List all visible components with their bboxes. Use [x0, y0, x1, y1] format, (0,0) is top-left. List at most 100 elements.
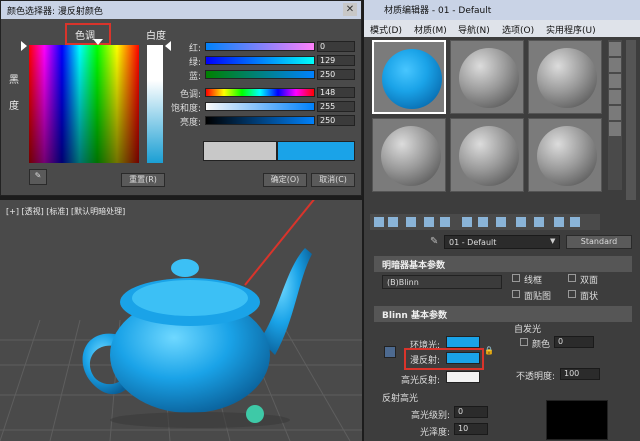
menu-utilities[interactable]: 实用程序(U)	[546, 23, 596, 36]
backlight-icon[interactable]	[609, 58, 621, 72]
menu-mode[interactable]: 模式(D)	[370, 23, 402, 36]
menu-material[interactable]: 材质(M)	[414, 23, 447, 36]
material-slot-2[interactable]	[450, 40, 524, 114]
saturation-slider[interactable]	[205, 102, 315, 111]
uv-tiling-icon[interactable]	[609, 90, 621, 104]
specular-highlights-label: 反射高光	[382, 394, 419, 404]
wire-checkbox[interactable]	[512, 274, 520, 282]
hue-spectrum[interactable]	[29, 45, 139, 163]
perspective-viewport[interactable]: [+] [透视] [标准] [默认明暗处理]	[0, 200, 362, 441]
whiteness-label: 白度	[146, 31, 166, 42]
spec-level-value[interactable]: 0	[454, 406, 488, 418]
blue-value[interactable]: 250	[317, 69, 355, 80]
two-sided-checkbox[interactable]	[568, 274, 576, 282]
menu-navigation[interactable]: 导航(N)	[458, 23, 490, 36]
self-illum-color-checkbox[interactable]	[520, 338, 528, 346]
menu-options[interactable]: 选项(O)	[502, 23, 534, 36]
sphere-preview	[459, 126, 519, 186]
highlight-curve-graph	[546, 400, 608, 440]
sphere-preview	[459, 48, 519, 108]
eyedropper-icon[interactable]: ✎	[430, 236, 438, 247]
hue-channel-label: 色调:	[179, 90, 201, 100]
viewcube-icon[interactable]	[246, 405, 264, 423]
blackness-label: 黑	[9, 75, 19, 86]
green-label: 绿:	[188, 58, 201, 68]
shader-rollout-header[interactable]: 明暗器基本参数	[374, 256, 632, 272]
toolbar-icons[interactable]	[370, 214, 600, 230]
ambient-diffuse-lock-icon[interactable]	[384, 346, 396, 358]
specular-color-swatch[interactable]	[446, 371, 480, 383]
material-slot-6[interactable]	[528, 118, 602, 192]
material-slot-5[interactable]	[450, 118, 524, 192]
sample-type-icon[interactable]	[609, 42, 621, 56]
self-illum-value[interactable]: 0	[554, 336, 594, 348]
name-dropdown-icon[interactable]: ▼	[550, 237, 555, 245]
reset-button[interactable]: 重置(R)	[121, 173, 165, 187]
color-picker-dialog: 颜色选择器: 漫反射颜色 ✕ 色调 白度 黑 度 红: 0 绿: 129 蓝: …	[0, 0, 362, 196]
sphere-preview	[382, 49, 442, 109]
material-slot-4[interactable]	[372, 118, 446, 192]
hue-value[interactable]: 148	[317, 87, 355, 98]
value-label: 亮度:	[179, 118, 201, 128]
value-slider[interactable]	[205, 116, 315, 125]
opacity-value[interactable]: 100	[560, 368, 600, 380]
shader-dropdown[interactable]: (B)Blinn	[382, 275, 502, 289]
saturation-value[interactable]: 255	[317, 101, 355, 112]
material-type-button[interactable]: Standard	[566, 235, 632, 249]
diffuse-color-swatch[interactable]	[446, 352, 480, 364]
blue-slider[interactable]	[205, 70, 315, 79]
material-editor-title: 材质编辑器 - 01 - Default	[364, 0, 640, 20]
menu-bar: 模式(D) 材质(M) 导航(N) 选项(O) 实用程序(U)	[364, 20, 640, 37]
red-slider[interactable]	[205, 42, 315, 51]
face-map-label: 面贴图	[524, 292, 552, 302]
options-icon[interactable]	[609, 122, 621, 136]
material-slot-3[interactable]	[528, 40, 602, 114]
slot-scrollbar[interactable]	[626, 40, 636, 200]
hue-slider[interactable]	[205, 88, 315, 97]
material-editor-window: 材质编辑器 - 01 - Default 模式(D) 材质(M) 导航(N) 选…	[364, 0, 640, 441]
sphere-preview	[537, 48, 597, 108]
red-value[interactable]: 0	[317, 41, 355, 52]
opacity-label: 不透明度:	[516, 372, 556, 382]
glossiness-value[interactable]: 10	[454, 423, 488, 435]
highlight-box-hue	[65, 23, 111, 45]
spec-level-label: 高光级别:	[410, 411, 450, 421]
video-color-check-icon[interactable]	[609, 106, 621, 120]
faceted-label: 面状	[580, 292, 599, 302]
self-illum-label: 自发光	[514, 325, 542, 335]
blinn-rollout-header[interactable]: Blinn 基本参数	[374, 306, 632, 322]
material-toolbar	[370, 214, 600, 230]
green-value[interactable]: 129	[317, 55, 355, 66]
sphere-preview	[381, 126, 441, 186]
eyedropper-icon[interactable]: ✎	[29, 169, 47, 185]
background-icon[interactable]	[609, 74, 621, 88]
blue-label: 蓝:	[188, 72, 201, 82]
material-name-field[interactable]: 01 - Default	[444, 235, 560, 249]
blackness-marker-icon[interactable]	[21, 41, 27, 51]
material-slot-1[interactable]	[372, 40, 446, 114]
value-value[interactable]: 250	[317, 115, 355, 126]
sphere-preview	[537, 126, 597, 186]
blackness-label-2: 度	[9, 101, 19, 112]
green-slider[interactable]	[205, 56, 315, 65]
viewport-label[interactable]: [+] [透视] [标准] [默认明暗处理]	[6, 206, 125, 217]
glossiness-label: 光泽度:	[419, 428, 450, 438]
lock-icon[interactable]: 🔒	[484, 346, 494, 358]
red-label: 红:	[188, 44, 201, 54]
close-icon[interactable]: ✕	[343, 3, 357, 16]
face-map-checkbox[interactable]	[512, 290, 520, 298]
self-illum-color-label: 颜色	[532, 340, 551, 350]
two-sided-label: 双面	[580, 276, 599, 286]
ambient-color-swatch[interactable]	[446, 336, 480, 348]
cancel-button[interactable]: 取消(C)	[311, 173, 355, 187]
annotation-arrow	[244, 200, 315, 286]
picker-title: 颜色选择器: 漫反射颜色	[1, 1, 361, 19]
side-toolbar	[608, 40, 622, 190]
specular-label: 高光反射:	[400, 376, 440, 386]
saturation-label: 饱和度:	[170, 104, 201, 114]
ok-button[interactable]: 确定(O)	[263, 173, 307, 187]
original-color-swatch	[203, 141, 277, 161]
wire-label: 线框	[524, 276, 543, 286]
faceted-checkbox[interactable]	[568, 290, 576, 298]
new-color-swatch	[277, 141, 355, 161]
